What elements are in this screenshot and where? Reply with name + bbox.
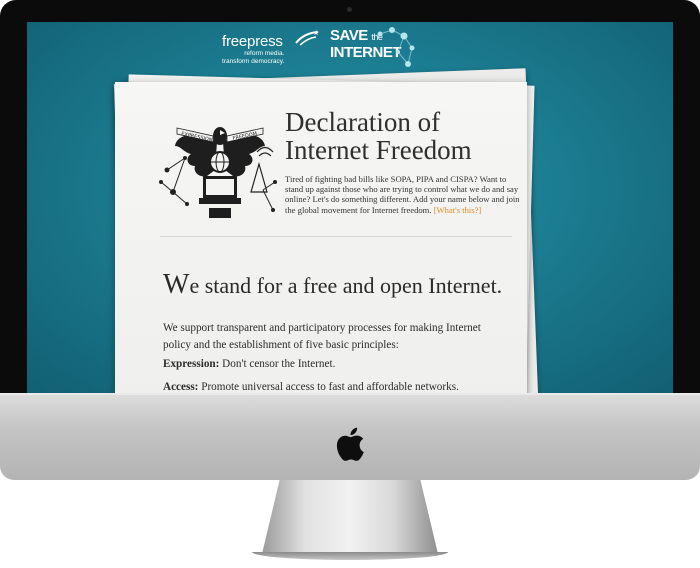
principle-text: Promote universal access to fast and aff… bbox=[198, 381, 459, 393]
heading-rest: e stand for a free and open Internet. bbox=[189, 273, 503, 298]
principle-label: Access: bbox=[163, 381, 199, 393]
savenet-save: SAVE bbox=[330, 27, 368, 44]
principle-item: Expression: Don't censor the Internet. bbox=[163, 356, 508, 372]
declaration-title-line1: Declaration of bbox=[285, 107, 441, 137]
freepress-tagline-1: reform media. bbox=[244, 50, 285, 57]
intro-paragraph: Tired of fighting bad bills like SOPA, P… bbox=[285, 174, 520, 215]
monitor-stand-foot bbox=[252, 552, 448, 560]
whats-this-link[interactable]: [What's this?] bbox=[434, 205, 482, 215]
freepress-tagline-2: transform democracy. bbox=[222, 58, 285, 65]
network-dots-icon bbox=[377, 27, 415, 67]
apple-logo-icon bbox=[336, 427, 364, 461]
camera-icon bbox=[347, 7, 352, 12]
heading-initial: W bbox=[163, 269, 190, 300]
declaration-title-line2: Internet Freedom bbox=[285, 135, 472, 165]
intro-text: Tired of fighting bad bills like SOPA, P… bbox=[285, 174, 521, 215]
freepress-logo[interactable]: freepress reform media. transform democr… bbox=[222, 29, 319, 66]
screen-content: EXPRESSION FREEDOM Declaration of Intern… bbox=[27, 22, 673, 393]
principle-text: Don't censor the Internet. bbox=[219, 358, 336, 370]
principle-label: Expression: bbox=[163, 358, 220, 370]
declaration-title: Declaration of Internet Freedom bbox=[285, 108, 505, 164]
main-heading: We stand for a free and open Internet. bbox=[163, 269, 523, 300]
freepress-name: freepress bbox=[222, 33, 283, 50]
intro-body-paragraph: We support transparent and participatory… bbox=[163, 322, 481, 351]
freepress-swoosh-icon: ★ bbox=[295, 29, 319, 46]
monitor-stand bbox=[262, 480, 438, 554]
principle-item: Access: Promote universal access to fast… bbox=[163, 379, 508, 393]
eagle-seal-icon: EXPRESSION FREEDOM bbox=[159, 127, 277, 218]
save-the-internet-logo[interactable]: SAVE the INTERNET bbox=[330, 27, 415, 67]
svg-text:★: ★ bbox=[313, 29, 319, 37]
divider bbox=[160, 236, 512, 237]
